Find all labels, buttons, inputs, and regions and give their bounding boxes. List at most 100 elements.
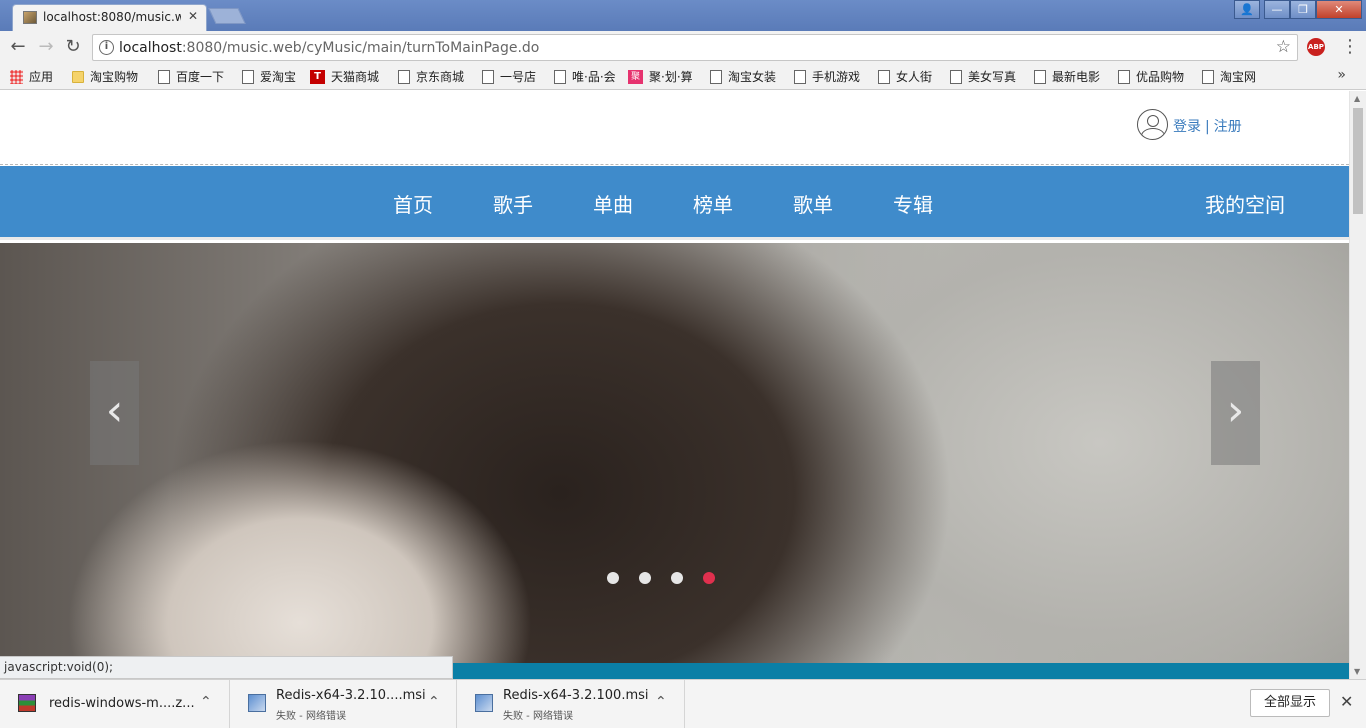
tab-title: localhost:8080/music.w [43, 10, 181, 24]
nav-home[interactable]: 首页 [393, 189, 433, 218]
bookmark-item[interactable]: 京东商城 [398, 68, 464, 85]
main-nav: 首页 歌手 单曲 榜单 歌单 专辑 我的空间 [0, 166, 1349, 240]
site-header: 登录 | 注册 [0, 91, 1349, 165]
download-status: 失败 - 网络错误 [503, 711, 573, 722]
bookmarks-bar: 应用 淘宝购物 百度一下 爱淘宝 T 天猫商城 京东商城 一号店 唯·品·会 聚聚… [0, 63, 1366, 90]
carousel-dot[interactable] [607, 572, 619, 584]
nav-charts[interactable]: 榜单 [693, 189, 733, 218]
page-icon [878, 69, 890, 84]
browser-titlebar: localhost:8080/music.w ✕ 👤 — ❐ ✕ [0, 0, 1366, 31]
bookmark-item[interactable]: 淘宝网 [1202, 68, 1256, 85]
page-icon [710, 69, 722, 84]
bookmark-item[interactable]: 一号店 [482, 68, 536, 85]
auth-separator: | [1205, 119, 1210, 135]
bookmark-item[interactable]: T 天猫商城 [310, 68, 379, 85]
folder-icon [72, 70, 84, 83]
bookmark-item[interactable]: 女人街 [878, 68, 932, 85]
scrollbar-thumb[interactable] [1353, 108, 1363, 214]
page-icon [1118, 69, 1130, 84]
carousel-indicators [607, 572, 735, 584]
close-window-button[interactable]: ✕ [1316, 0, 1362, 19]
bookmark-item[interactable]: 爱淘宝 [242, 68, 296, 85]
url-text[interactable]: localhost:8080/music.web/cyMusic/main/tu… [119, 40, 539, 56]
carousel-next-button[interactable]: › [1211, 361, 1260, 465]
download-filename: redis-windows-m....z... [49, 696, 195, 711]
user-icon [1137, 109, 1168, 140]
close-icon[interactable]: ✕ [1340, 692, 1353, 711]
bookmark-item[interactable]: 淘宝购物 [72, 68, 138, 85]
juhuasuan-icon: 聚 [628, 69, 643, 84]
minimize-button[interactable]: — [1264, 0, 1290, 19]
auth-links: 登录 | 注册 [1173, 116, 1242, 136]
nav-playlists[interactable]: 歌单 [793, 189, 833, 218]
profile-icon[interactable]: 👤 [1234, 0, 1260, 19]
page-icon [482, 69, 494, 84]
page-icon [398, 69, 410, 84]
downloads-shelf: redis-windows-m....z... ⌃ Redis-x64-3.2.… [0, 679, 1366, 728]
bookmark-item[interactable]: 唯·品·会 [554, 68, 616, 85]
download-status: 失败 - 网络错误 [276, 711, 346, 722]
page-icon [158, 69, 170, 84]
download-item[interactable]: Redis-x64-3.2.100.msi 失败 - 网络错误 ⌃ [457, 680, 685, 728]
page-icon [794, 69, 806, 84]
show-all-button[interactable]: 全部显示 [1250, 689, 1330, 717]
carousel-dot[interactable] [671, 572, 683, 584]
bookmark-item[interactable]: 聚聚·划·算 [628, 68, 693, 85]
apps-icon [10, 69, 23, 84]
bookmark-item[interactable]: 淘宝女装 [710, 68, 776, 85]
chevron-up-icon[interactable]: ⌃ [655, 694, 667, 710]
carousel-prev-button[interactable]: ‹ [90, 361, 139, 465]
page-viewport: 登录 | 注册 首页 歌手 单曲 榜单 歌单 专辑 我的空间 ‹ › [0, 91, 1349, 679]
adblock-icon[interactable]: ABP [1307, 38, 1325, 56]
msi-icon [248, 694, 266, 712]
menu-icon[interactable]: ⋮ [1340, 36, 1360, 58]
download-item[interactable]: redis-windows-m....z... ⌃ [0, 680, 230, 728]
reload-icon[interactable]: ↻ [63, 37, 83, 57]
download-filename: Redis-x64-3.2.100.msi [503, 688, 649, 703]
msi-icon [475, 694, 493, 712]
back-icon[interactable]: ← [8, 37, 28, 57]
carousel-dot-active[interactable] [703, 572, 715, 584]
banner-image [0, 243, 1349, 663]
forward-icon[interactable]: → [36, 37, 56, 57]
chevron-up-icon[interactable]: ⌃ [200, 694, 212, 710]
page-icon [242, 69, 254, 84]
bookmarks-overflow-icon[interactable]: » [1337, 67, 1346, 83]
favicon-icon [23, 11, 37, 24]
browser-tab[interactable]: localhost:8080/music.w ✕ [12, 4, 207, 31]
bookmark-item[interactable]: 最新电影 [1034, 68, 1100, 85]
register-link[interactable]: 注册 [1214, 119, 1242, 135]
maximize-button[interactable]: ❐ [1290, 0, 1316, 19]
status-bubble: javascript:void(0); [0, 656, 453, 679]
new-tab-button[interactable] [208, 8, 246, 24]
scroll-down-icon[interactable]: ▼ [1354, 667, 1360, 676]
bookmark-star-icon[interactable]: ☆ [1276, 37, 1291, 57]
nav-songs[interactable]: 单曲 [593, 189, 633, 218]
nav-singers[interactable]: 歌手 [493, 189, 533, 218]
tmall-icon: T [310, 69, 325, 84]
login-link[interactable]: 登录 [1173, 119, 1201, 135]
banner-carousel: ‹ › [0, 243, 1349, 663]
download-filename: Redis-x64-3.2.10....msi [276, 688, 426, 703]
bookmark-item[interactable]: 手机游戏 [794, 68, 860, 85]
archive-icon [18, 694, 36, 712]
page-icon [1202, 69, 1214, 84]
nav-my-space[interactable]: 我的空间 [1205, 189, 1285, 218]
page-icon [554, 69, 566, 84]
bookmark-item[interactable]: 美女写真 [950, 68, 1016, 85]
nav-albums[interactable]: 专辑 [893, 189, 933, 218]
scroll-up-icon[interactable]: ▲ [1354, 94, 1360, 103]
bookmark-item[interactable]: 优品购物 [1118, 68, 1184, 85]
page-scrollbar[interactable]: ▲ ▼ [1349, 91, 1366, 679]
browser-toolbar: ← → ↻ i localhost:8080/music.web/cyMusic… [0, 31, 1366, 63]
page-icon [1034, 69, 1046, 84]
info-icon[interactable]: i [99, 40, 114, 55]
close-tab-icon[interactable]: ✕ [188, 9, 198, 23]
bookmark-item[interactable]: 应用 [10, 68, 53, 85]
address-bar[interactable]: i localhost:8080/music.web/cyMusic/main/… [92, 34, 1298, 61]
download-item[interactable]: Redis-x64-3.2.10....msi 失败 - 网络错误 ⌃ [230, 680, 457, 728]
carousel-dot[interactable] [639, 572, 651, 584]
bookmark-item[interactable]: 百度一下 [158, 68, 224, 85]
chevron-up-icon[interactable]: ⌃ [428, 694, 440, 710]
window-controls: 👤 — ❐ ✕ [1234, 0, 1362, 19]
